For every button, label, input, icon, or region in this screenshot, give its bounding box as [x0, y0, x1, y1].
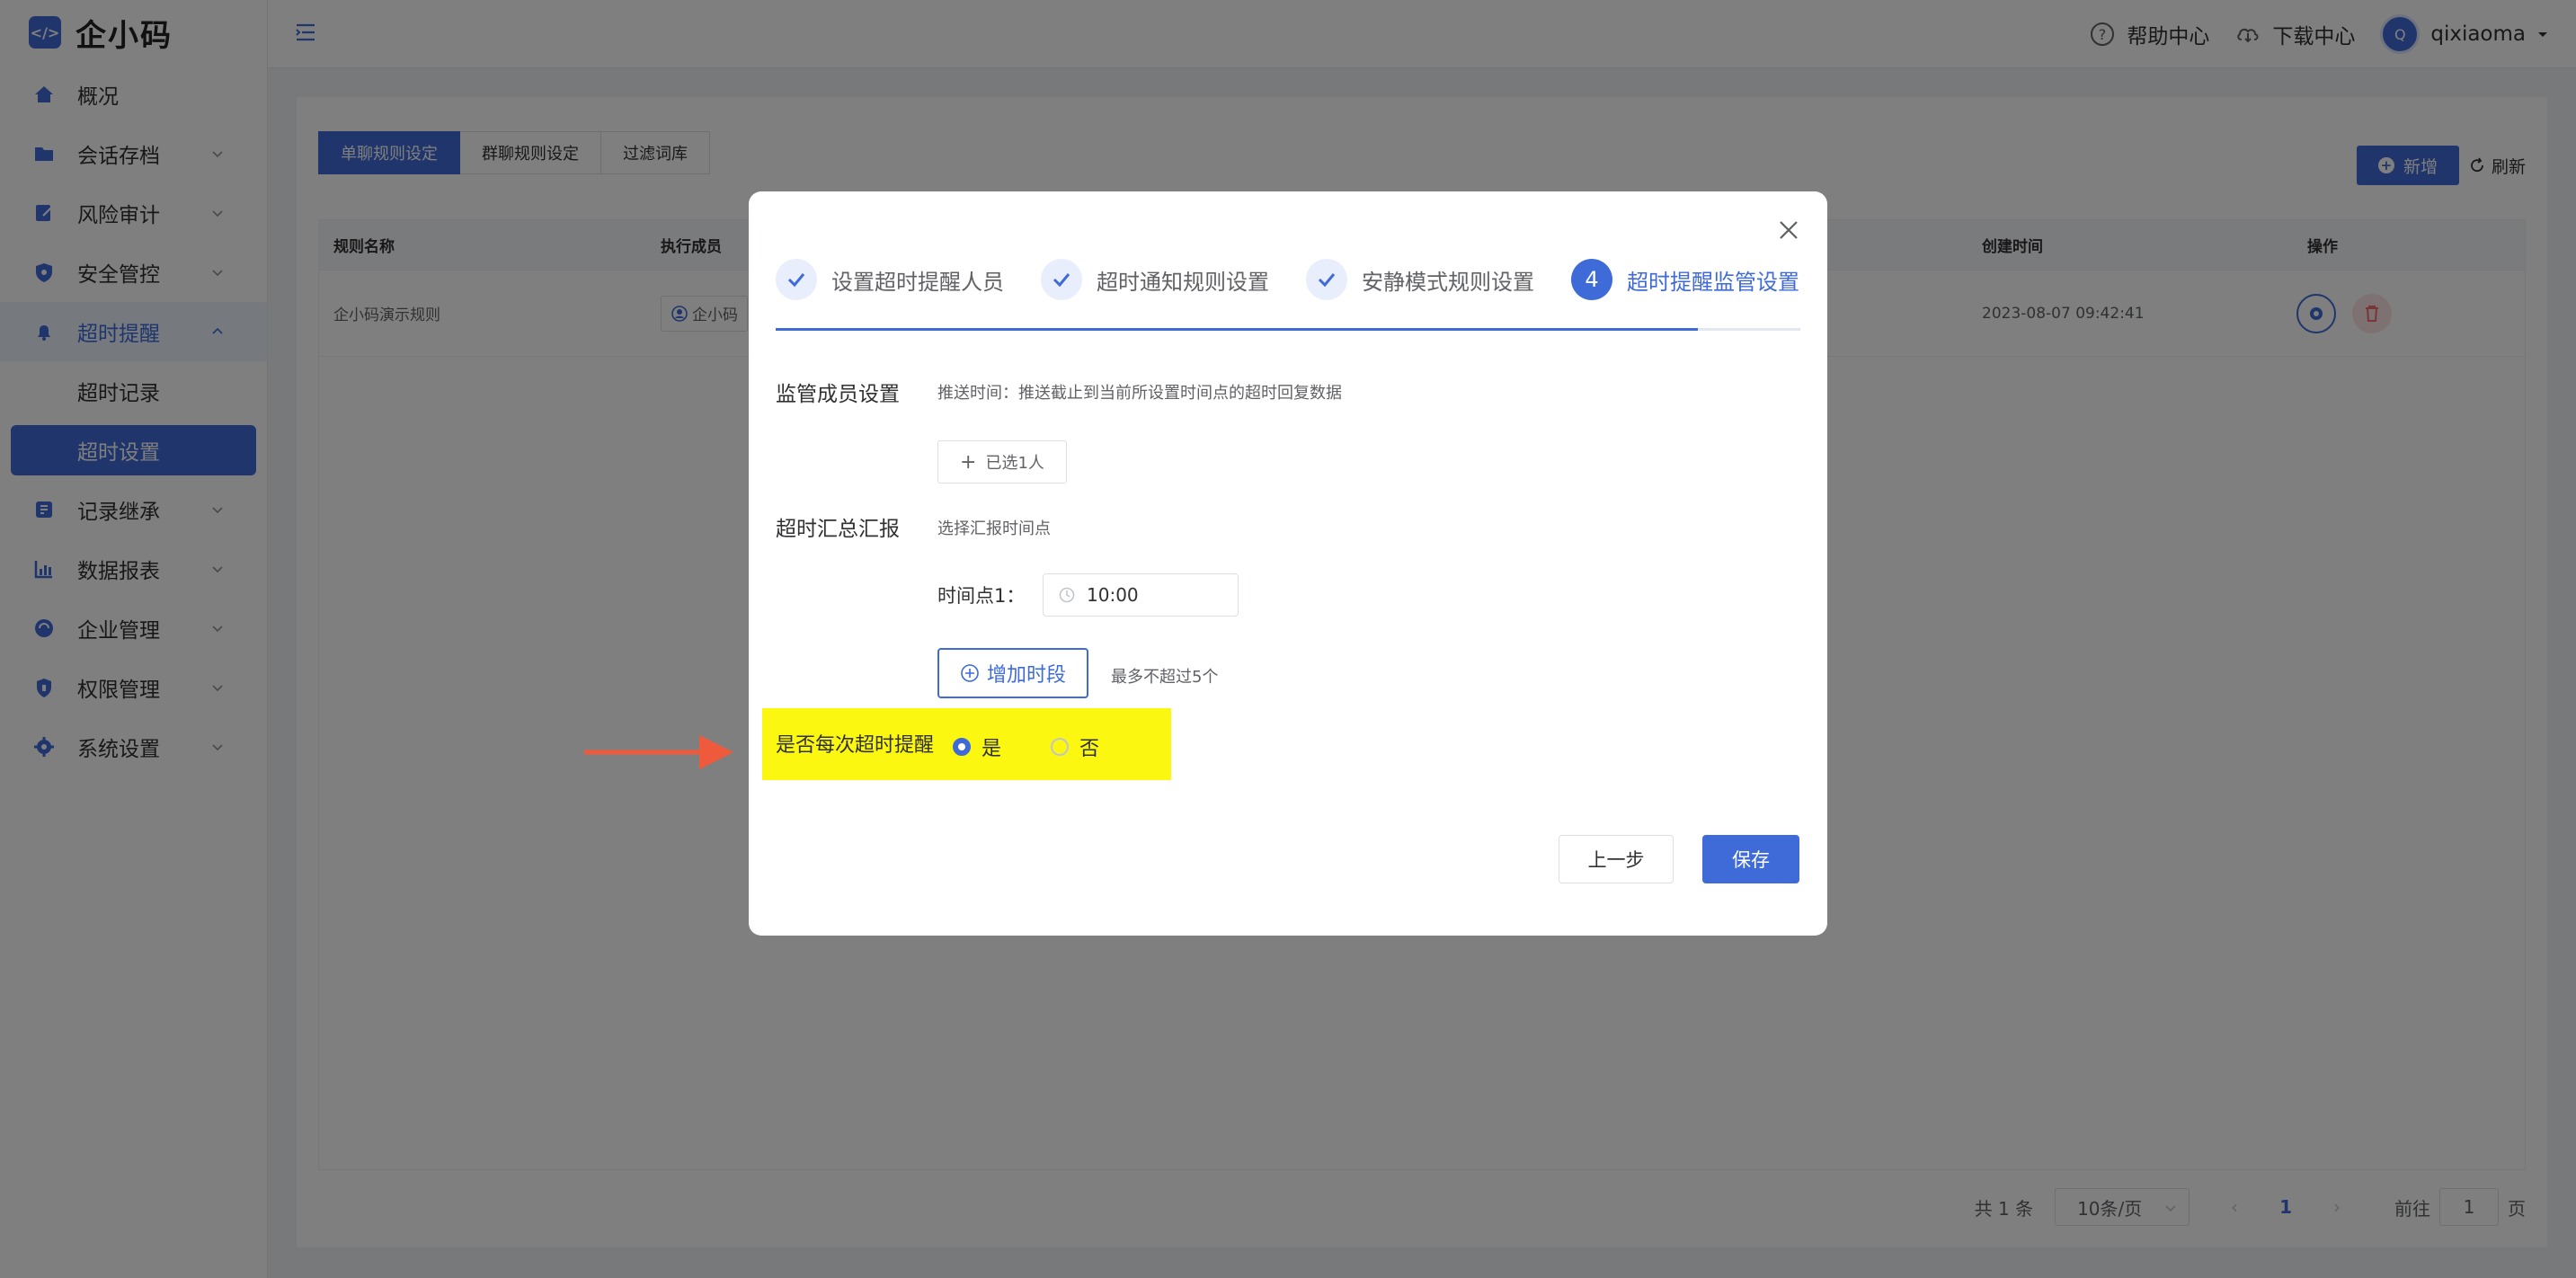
save-button[interactable]: 保存 — [1702, 835, 1799, 883]
steps: 设置超时提醒人员 超时通知规则设置 安静模式规则设置 4 超时提醒监管设置 — [776, 259, 1800, 331]
step-label: 安静模式规则设置 — [1362, 269, 1534, 295]
supervisor-hint: 推送时间：推送截止到当前所设置时间点的超时回复数据 — [937, 384, 1342, 403]
step-1: 设置超时提醒人员 — [776, 259, 1004, 300]
timeout-settings-dialog: 设置超时提醒人员 超时通知规则设置 安静模式规则设置 4 超时提醒监管设置 监管… — [749, 191, 1827, 936]
summary-label: 超时汇总汇报 — [776, 518, 900, 541]
supervisor-label: 监管成员设置 — [776, 383, 900, 406]
add-period-button[interactable]: 增加时段 — [937, 648, 1088, 698]
prev-step-button[interactable]: 上一步 — [1559, 835, 1674, 883]
plus-circle-icon — [961, 664, 979, 682]
step-3: 安静模式规则设置 — [1306, 259, 1534, 300]
select-members-label: 已选1人 — [985, 454, 1044, 473]
step-4: 4 超时提醒监管设置 — [1571, 259, 1799, 300]
plus-icon: + — [960, 450, 977, 474]
select-members-button[interactable]: + 已选1人 — [937, 440, 1067, 484]
radio-dot — [953, 738, 971, 756]
annotation-arrow-icon — [583, 735, 733, 769]
close-icon[interactable] — [1773, 215, 1804, 245]
step-label: 超时通知规则设置 — [1097, 269, 1269, 295]
radio-no-label: 否 — [1079, 738, 1100, 760]
step-2: 超时通知规则设置 — [1041, 259, 1269, 300]
summary-hint: 选择汇报时间点 — [937, 519, 1051, 538]
check-icon — [1306, 259, 1347, 300]
step-label: 超时提醒监管设置 — [1627, 269, 1799, 295]
steps-progress-fill — [776, 328, 1698, 331]
step-label: 设置超时提醒人员 — [831, 269, 1004, 295]
add-period-hint: 最多不超过5个 — [1111, 668, 1219, 687]
check-icon — [1041, 259, 1082, 300]
clock-icon — [1059, 587, 1075, 603]
radio-yes[interactable]: 是 — [953, 732, 1001, 761]
steps-progress-line — [776, 328, 1800, 331]
timepoint-value: 10:00 — [1087, 584, 1139, 606]
timepoint-label: 时间点1： — [937, 585, 1026, 607]
radio-yes-label: 是 — [982, 738, 1002, 760]
add-period-label: 增加时段 — [986, 664, 1066, 687]
timepoint-input[interactable]: 10:00 — [1043, 573, 1239, 617]
radio-dot — [1051, 738, 1069, 756]
check-icon — [776, 259, 817, 300]
radio-no[interactable]: 否 — [1051, 732, 1099, 761]
each-remind-label: 是否每次超时提醒 — [776, 734, 935, 757]
step-number: 4 — [1571, 259, 1612, 300]
